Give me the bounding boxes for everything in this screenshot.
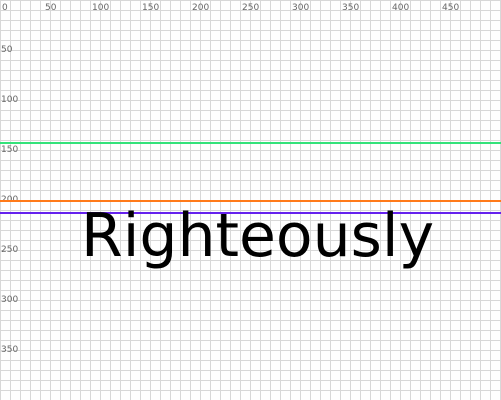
y-tick-label-250: 250: [1, 245, 18, 255]
x-tick-label-400: 400: [392, 3, 409, 13]
y-tick-label-50: 50: [1, 45, 13, 55]
x-tick-label-300: 300: [292, 3, 309, 13]
y-tick-label-100: 100: [1, 95, 18, 105]
x-tick-label-100: 100: [92, 3, 109, 13]
x-tick-label-0: 0: [2, 3, 8, 13]
font-metrics-canvas: 0 50 100 150 200 250 300 350 400 450 50 …: [0, 0, 501, 400]
y-tick-label-350: 350: [1, 345, 18, 355]
x-tick-label-50: 50: [45, 3, 57, 13]
x-tick-label-450: 450: [442, 3, 459, 13]
y-tick-label-150: 150: [1, 145, 18, 155]
x-tick-label-350: 350: [342, 3, 359, 13]
x-tick-label-200: 200: [192, 3, 209, 13]
metrics-diagram: 0 50 100 150 200 250 300 350 400 450 50 …: [0, 0, 501, 400]
sample-word: Righteously: [81, 201, 434, 271]
x-tick-label-250: 250: [242, 3, 259, 13]
y-tick-label-300: 300: [1, 295, 18, 305]
x-tick-label-150: 150: [142, 3, 159, 13]
